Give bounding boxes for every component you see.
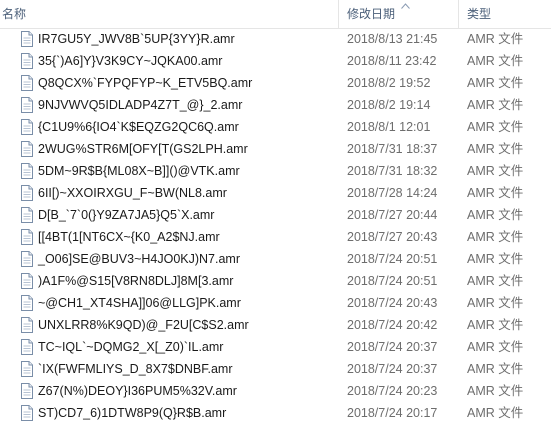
file-date-modified: 2018/7/24 20:23: [347, 384, 438, 398]
file-name[interactable]: Q8QCX%`FYPQFYP~K_ETV5BQ.amr: [38, 72, 252, 94]
file-icon: [21, 119, 33, 135]
column-divider[interactable]: [458, 0, 459, 28]
file-icon: [21, 405, 33, 421]
column-header-type[interactable]: 类型: [467, 0, 551, 28]
file-row[interactable]: UNXLRR8%K9QD)@_F2U[C$S2.amr 2018/7/24 20:…: [0, 314, 551, 336]
file-row[interactable]: {C1U9%6{IO4`K$EQZG2QC6Q.amr 2018/8/1 12:0…: [0, 116, 551, 138]
file-type: AMR 文件: [467, 98, 524, 112]
file-name[interactable]: D[B_`7`0(}Y9ZA7JA5}Q5`X.amr: [38, 204, 214, 226]
file-row[interactable]: ~@CH1_XT4SHA]]06@LLG]PK.amr 2018/7/24 20:…: [0, 292, 551, 314]
file-date-modified: 2018/7/24 20:43: [347, 296, 438, 310]
file-type: AMR 文件: [467, 142, 524, 156]
file-name[interactable]: Z67(N%)DEOY}I36PUM5%32V.amr: [38, 380, 237, 402]
file-icon: [21, 185, 33, 201]
file-icon: [21, 229, 33, 245]
file-row[interactable]: 35{`)A6]Y}V3K9CY~JQKA00.amr 2018/8/11 23:…: [0, 50, 551, 72]
file-type: AMR 文件: [467, 340, 524, 354]
file-date-modified: 2018/7/28 14:24: [347, 186, 438, 200]
file-name[interactable]: IR7GU5Y_JWV8B`5UP{3YY}R.amr: [38, 28, 235, 50]
file-row[interactable]: 5DM~9R$B{ML08X~B]]()@VTK.amr 2018/7/31 18…: [0, 160, 551, 182]
file-date-modified: 2018/8/2 19:14: [347, 98, 431, 112]
file-name[interactable]: 35{`)A6]Y}V3K9CY~JQKA00.amr: [38, 50, 222, 72]
file-row[interactable]: ST)CD7_6)1DTW8P9(Q}R$B.amr 2018/7/24 20:1…: [0, 402, 551, 424]
file-date-modified: 2018/7/31 18:37: [347, 142, 438, 156]
file-date-modified: 2018/7/24 20:37: [347, 362, 438, 376]
file-name[interactable]: 2WUG%STR6M[OFY[T(GS2LPH.amr: [38, 138, 248, 160]
file-type: AMR 文件: [467, 186, 524, 200]
file-date-modified: 2018/7/24 20:51: [347, 274, 438, 288]
file-icon: [21, 97, 33, 113]
file-icon: [21, 207, 33, 223]
chevron-up-icon: [401, 3, 410, 9]
file-row[interactable]: 6II[)~XXOIRXGU_F~BW(NL8.amr 2018/7/28 14:…: [0, 182, 551, 204]
file-type: AMR 文件: [467, 318, 524, 332]
file-type: AMR 文件: [467, 32, 524, 46]
file-type: AMR 文件: [467, 54, 524, 68]
file-type: AMR 文件: [467, 76, 524, 90]
file-icon: [21, 273, 33, 289]
file-name[interactable]: UNXLRR8%K9QD)@_F2U[C$S2.amr: [38, 314, 249, 336]
file-name[interactable]: TC~IQL`~DQMG2_X[_Z0)`IL.amr: [38, 336, 223, 358]
file-icon: [21, 317, 33, 333]
column-header-name[interactable]: 名称: [2, 0, 338, 28]
file-name[interactable]: 6II[)~XXOIRXGU_F~BW(NL8.amr: [38, 182, 227, 204]
file-type: AMR 文件: [467, 120, 524, 134]
file-row[interactable]: Q8QCX%`FYPQFYP~K_ETV5BQ.amr 2018/8/2 19:5…: [0, 72, 551, 94]
file-name[interactable]: `IX(FWFMLIYS_D_8X7$DNBF.amr: [38, 358, 232, 380]
file-icon: [21, 163, 33, 179]
file-date-modified: 2018/8/11 23:42: [347, 54, 437, 68]
file-row[interactable]: IR7GU5Y_JWV8B`5UP{3YY}R.amr 2018/8/13 21:…: [0, 28, 551, 50]
file-row[interactable]: _O06]SE@BUV3~H4JO0KJ)N7.amr 2018/7/24 20:…: [0, 248, 551, 270]
file-row[interactable]: 2WUG%STR6M[OFY[T(GS2LPH.amr 2018/7/31 18:…: [0, 138, 551, 160]
file-date-modified: 2018/7/24 20:42: [347, 318, 438, 332]
file-date-modified: 2018/7/24 20:51: [347, 252, 438, 266]
file-type: AMR 文件: [467, 208, 524, 222]
file-name[interactable]: _O06]SE@BUV3~H4JO0KJ)N7.amr: [38, 248, 240, 270]
file-row[interactable]: )A1F%@S15[V8RN8DLJ]8M[3.amr 2018/7/24 20:…: [0, 270, 551, 292]
file-type: AMR 文件: [467, 252, 524, 266]
file-type: AMR 文件: [467, 274, 524, 288]
file-icon: [21, 141, 33, 157]
file-icon: [21, 251, 33, 267]
file-type: AMR 文件: [467, 362, 524, 376]
file-name[interactable]: 5DM~9R$B{ML08X~B]]()@VTK.amr: [38, 160, 240, 182]
file-name[interactable]: 9NJVWVQ5IDLADP4Z7T_@}_2.amr: [38, 94, 242, 116]
file-date-modified: 2018/8/2 19:52: [347, 76, 431, 90]
file-date-modified: 2018/7/31 18:32: [347, 164, 438, 178]
file-row[interactable]: `IX(FWFMLIYS_D_8X7$DNBF.amr 2018/7/24 20:…: [0, 358, 551, 380]
file-row[interactable]: D[B_`7`0(}Y9ZA7JA5}Q5`X.amr 2018/7/27 20:…: [0, 204, 551, 226]
file-date-modified: 2018/7/24 20:37: [347, 340, 438, 354]
file-date-modified: 2018/7/27 20:44: [347, 208, 438, 222]
file-icon: [21, 361, 33, 377]
file-date-modified: 2018/8/1 12:01: [347, 120, 431, 134]
file-date-modified: 2018/7/27 20:43: [347, 230, 438, 244]
file-type: AMR 文件: [467, 296, 524, 310]
file-type: AMR 文件: [467, 164, 524, 178]
file-name[interactable]: [[4BT(1[NT6CX~{K0_A2$NJ.amr: [38, 226, 220, 248]
file-type: AMR 文件: [467, 406, 524, 420]
file-name[interactable]: ST)CD7_6)1DTW8P9(Q}R$B.amr: [38, 402, 226, 424]
file-name[interactable]: )A1F%@S15[V8RN8DLJ]8M[3.amr: [38, 270, 233, 292]
file-icon: [21, 31, 33, 47]
file-icon: [21, 339, 33, 355]
file-row[interactable]: 9NJVWVQ5IDLADP4Z7T_@}_2.amr 2018/8/2 19:1…: [0, 94, 551, 116]
file-icon: [21, 383, 33, 399]
file-date-modified: 2018/8/13 21:45: [347, 32, 438, 46]
column-divider[interactable]: [338, 0, 339, 28]
file-date-modified: 2018/7/24 20:17: [347, 406, 438, 420]
file-name[interactable]: ~@CH1_XT4SHA]]06@LLG]PK.amr: [38, 292, 241, 314]
file-type: AMR 文件: [467, 230, 524, 244]
file-icon: [21, 295, 33, 311]
file-row[interactable]: TC~IQL`~DQMG2_X[_Z0)`IL.amr 2018/7/24 20:…: [0, 336, 551, 358]
file-icon: [21, 53, 33, 69]
file-type: AMR 文件: [467, 384, 524, 398]
file-name[interactable]: {C1U9%6{IO4`K$EQZG2QC6Q.amr: [38, 116, 239, 138]
file-list: IR7GU5Y_JWV8B`5UP{3YY}R.amr 2018/8/13 21:…: [0, 28, 551, 424]
file-row[interactable]: Z67(N%)DEOY}I36PUM5%32V.amr 2018/7/24 20:…: [0, 380, 551, 402]
file-row[interactable]: [[4BT(1[NT6CX~{K0_A2$NJ.amr 2018/7/27 20:…: [0, 226, 551, 248]
file-icon: [21, 75, 33, 91]
column-header-bar: 名称 修改日期 类型: [0, 0, 551, 29]
